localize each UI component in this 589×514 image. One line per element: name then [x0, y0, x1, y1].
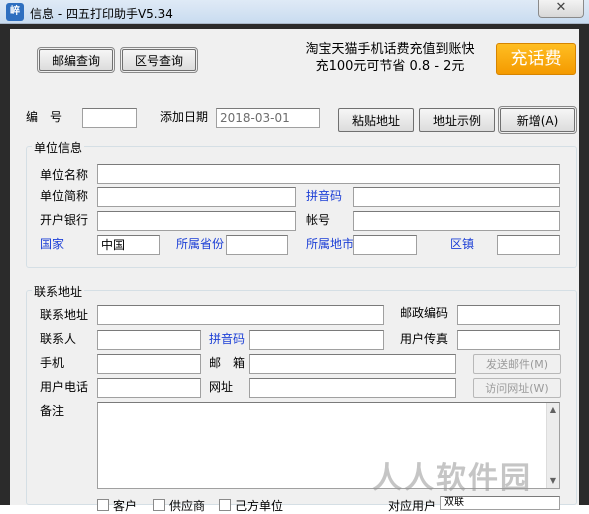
supplier-label: 供应商	[169, 499, 206, 513]
add-date-label: 添加日期	[160, 110, 209, 124]
mobile-label: 手机	[40, 356, 65, 370]
fax-input[interactable]	[457, 330, 560, 350]
note-scrollbar[interactable]: ▲ ▼	[546, 403, 559, 488]
postcode-label: 邮政编码	[400, 306, 449, 320]
address-example-button[interactable]: 地址示例	[419, 108, 495, 132]
ad-banner-text[interactable]: 淘宝天猫手机话费充值到账快 充100元可节省 0.8 - 2元	[290, 41, 490, 75]
contact-pinyin-input[interactable]	[249, 330, 384, 350]
customer-label: 客户	[113, 499, 138, 513]
add-date-input[interactable]: 2018-03-01	[216, 108, 320, 128]
paste-address-button[interactable]: 粘贴地址	[338, 108, 414, 132]
unit-name-label: 单位名称	[40, 168, 89, 182]
city-input[interactable]	[353, 235, 417, 255]
province-label[interactable]: 所属省份	[176, 235, 224, 252]
note-label: 备注	[40, 404, 65, 418]
contact-address-label: 联系地址	[40, 308, 89, 322]
contact-person-label: 联系人	[40, 332, 77, 346]
email-input[interactable]	[249, 354, 456, 374]
postcode-lookup-button[interactable]: 邮编查询	[37, 47, 115, 73]
unit-pinyin-label[interactable]: 拼音码	[306, 187, 342, 204]
number-input[interactable]	[82, 108, 137, 128]
website-input[interactable]	[249, 378, 456, 398]
close-button[interactable]: ✕	[538, 0, 584, 18]
district-input[interactable]	[497, 235, 560, 255]
unit-info-title: 单位信息	[32, 139, 85, 156]
country-input[interactable]: 中国	[97, 235, 160, 255]
account-input[interactable]	[353, 211, 560, 231]
paper-select[interactable]: 双联	[440, 496, 560, 510]
paper-label: 对应用户	[388, 499, 437, 513]
supplier-checkbox[interactable]	[153, 499, 165, 511]
recharge-button[interactable]: 充话费	[496, 43, 576, 75]
own-unit-label: 己方单位	[235, 499, 284, 513]
email-label: 邮 箱	[209, 356, 246, 370]
scroll-up-icon[interactable]: ▲	[547, 403, 559, 417]
bank-label: 开户银行	[40, 213, 89, 227]
contact-title: 联系地址	[32, 283, 85, 300]
website-label: 网址	[209, 380, 234, 394]
ad-line-1: 淘宝天猫手机话费充值到账快	[305, 42, 475, 57]
contact-person-input[interactable]	[97, 330, 201, 350]
unit-abbr-label: 单位简称	[40, 189, 89, 203]
city-label[interactable]: 所属地市	[306, 235, 354, 252]
app-icon: 崪	[6, 3, 24, 21]
add-new-button[interactable]: 新增(A)	[498, 106, 577, 134]
own-unit-checkbox[interactable]	[219, 499, 231, 511]
send-mail-button[interactable]: 发送邮件(M)	[473, 354, 561, 374]
postcode-input[interactable]	[457, 305, 560, 325]
window-title: 信息 - 四五打印助手V5.34	[30, 7, 173, 21]
unit-pinyin-input[interactable]	[353, 187, 560, 207]
watermark-text: 人人软件园	[372, 461, 532, 496]
fax-label: 用户传真	[400, 332, 449, 346]
bank-input[interactable]	[97, 211, 296, 231]
account-label: 帐号	[306, 213, 331, 227]
phone-input[interactable]	[97, 378, 201, 398]
contact-address-input[interactable]	[97, 305, 384, 325]
areacode-lookup-button[interactable]: 区号查询	[120, 47, 198, 73]
scroll-down-icon[interactable]: ▼	[547, 474, 559, 488]
ad-line-2: 充100元可节省 0.8 - 2元	[315, 59, 465, 74]
mobile-input[interactable]	[97, 354, 201, 374]
country-label[interactable]: 国家	[40, 235, 64, 252]
contact-pinyin-label[interactable]: 拼音码	[209, 330, 245, 347]
customer-checkbox[interactable]	[97, 499, 109, 511]
unit-abbr-input[interactable]	[97, 187, 296, 207]
phone-label: 用户电话	[40, 380, 89, 394]
district-label[interactable]: 区镇	[450, 235, 474, 252]
number-label: 编 号	[26, 110, 63, 124]
visit-site-button[interactable]: 访问网址(W)	[473, 378, 561, 398]
unit-name-input[interactable]	[97, 164, 560, 184]
province-input[interactable]	[226, 235, 288, 255]
